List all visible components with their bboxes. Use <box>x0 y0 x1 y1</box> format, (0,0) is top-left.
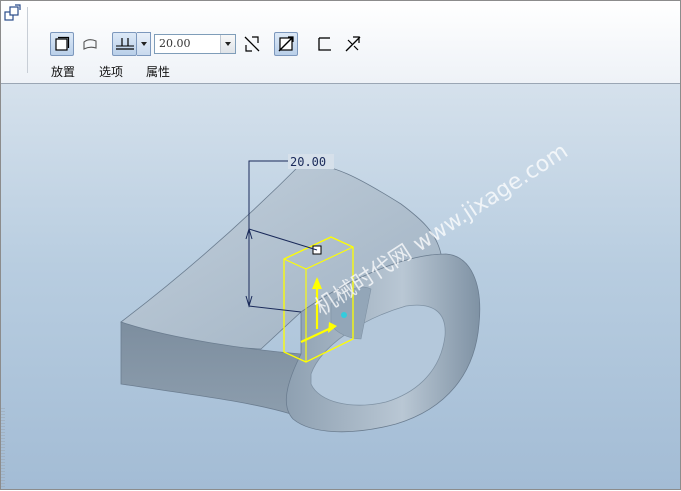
collapse-dashboard-icon[interactable] <box>4 4 22 22</box>
dimension-value-label[interactable]: 20.00 <box>290 155 326 169</box>
remove-material-button[interactable] <box>274 32 298 56</box>
chevron-down-icon <box>225 42 231 46</box>
tab-options[interactable]: 选项 <box>99 63 123 80</box>
tab-placement[interactable]: 放置 <box>51 63 75 80</box>
blind-depth-icon <box>115 36 135 52</box>
surface-button[interactable] <box>78 32 102 56</box>
part-model <box>120 163 481 433</box>
resize-grip[interactable] <box>1 408 5 488</box>
depth-value-input[interactable]: 20.00 <box>159 37 191 50</box>
depth-value-dropdown[interactable] <box>220 35 235 53</box>
graphics-viewport[interactable]: 20.00 机械时代网 www.jixage.com <box>1 84 680 489</box>
flip-material-side-button[interactable] <box>341 32 365 56</box>
solid-icon <box>54 36 70 52</box>
thicken-sketch-button[interactable] <box>312 32 336 56</box>
depth-option-dropdown[interactable] <box>137 32 151 56</box>
chevron-down-icon <box>140 42 147 46</box>
remove-material-icon <box>277 35 295 53</box>
flip-depth-direction-button[interactable] <box>240 32 264 56</box>
surface-icon <box>82 36 98 52</box>
solid-button[interactable] <box>50 32 74 56</box>
depth-option-button[interactable] <box>112 32 137 56</box>
depth-value-combobox[interactable]: 20.00 <box>154 34 236 54</box>
feature-dashboard: 20.00 放置 选项 属性 <box>1 1 680 84</box>
flip-material-icon <box>344 35 362 53</box>
tab-properties[interactable]: 属性 <box>146 63 170 80</box>
application-window: 20.00 放置 选项 属性 20.00 机械时代网 www.jixage.co… <box>0 0 681 490</box>
thicken-sketch-icon <box>315 35 333 53</box>
toolbar-separator <box>27 7 28 73</box>
flip-direction-icon <box>243 35 261 53</box>
